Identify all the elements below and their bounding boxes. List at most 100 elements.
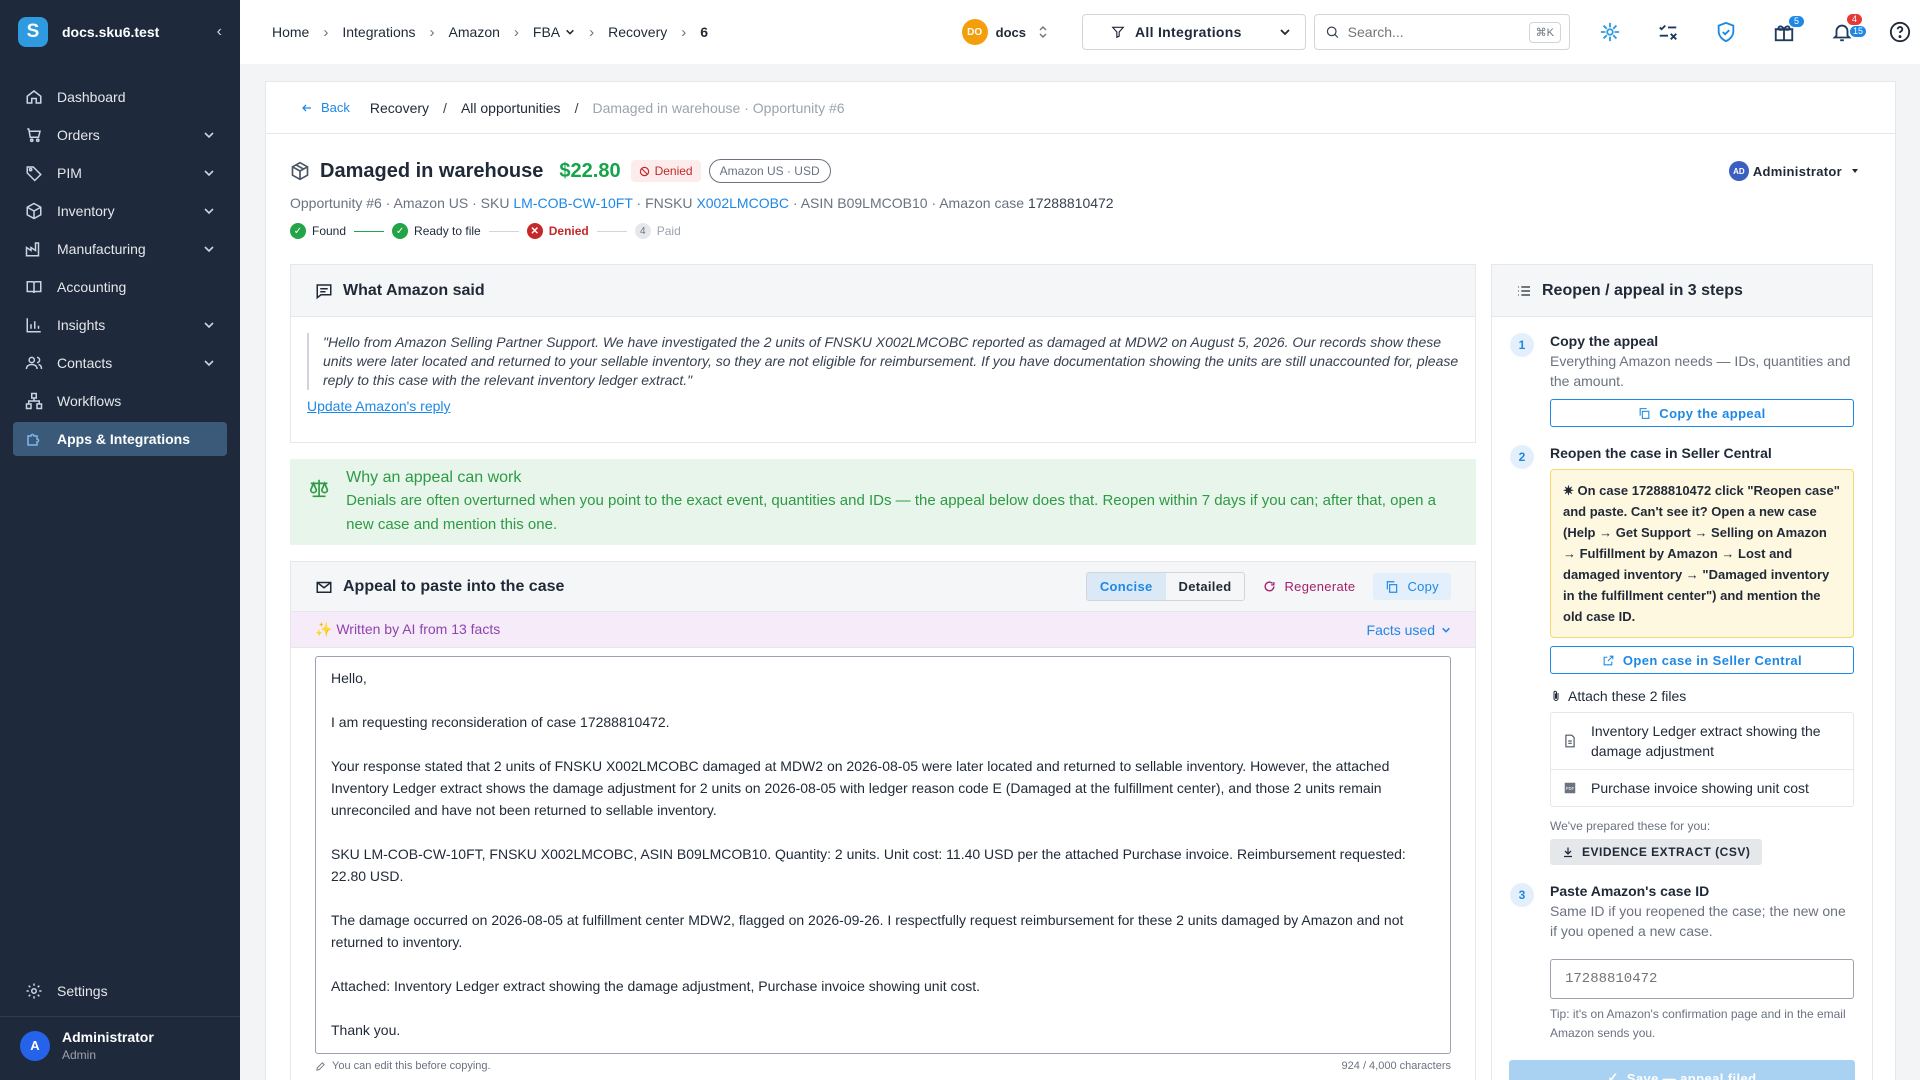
toggle-concise[interactable]: Concise [1086,573,1166,600]
status-badge: Denied [630,160,701,182]
facts-used-toggle[interactable]: Facts used [1367,622,1451,638]
step-title: Reopen the case in Seller Central [1550,445,1772,461]
step-title: Paste Amazon's case ID [1550,883,1710,899]
sidebar-item-settings[interactable]: Settings [13,974,227,1008]
crumb-separator: / [443,99,447,116]
gift-badge: 5 [1789,16,1804,27]
breadcrumb-home[interactable]: Home [272,24,309,40]
filter-icon [1111,26,1125,39]
character-count: 924 / 4,000 characters [1341,1060,1451,1072]
download-icon [1564,847,1572,858]
breadcrumb-amazon[interactable]: Amazon [449,24,500,40]
case-id-input[interactable] [1550,959,1854,999]
appeal-paragraph: Thank you. [331,1022,401,1038]
sidebar-item-workflows[interactable]: Workflows [13,384,227,418]
copy-button[interactable]: Copy [1373,573,1451,600]
whats-new-button[interactable]: 5 [1764,12,1804,52]
crumb-all-opportunities[interactable]: All opportunities [461,100,561,116]
assignee-select[interactable]: AD Administrator [1728,161,1860,181]
page-breadcrumb: Back Recovery / All opportunities / Dama… [266,82,1895,134]
help-button[interactable] [1880,12,1920,52]
regenerate-label: Regenerate [1284,579,1356,594]
update-reply-link[interactable]: Update Amazon's reply [307,398,451,414]
ai-assistant-button[interactable] [1590,12,1630,52]
appeal-paragraph: The damage occurred on 2026-08-05 at ful… [331,912,1404,950]
integration-filter[interactable]: All Integrations [1082,14,1306,50]
list-icon [1518,285,1530,296]
security-button[interactable] [1706,12,1746,52]
ban-icon [639,166,649,176]
breadcrumb-recovery[interactable]: Recovery [608,24,667,40]
sidebar-item-inventory[interactable]: Inventory [13,194,227,228]
step-connector [596,230,627,232]
sidebar-item-insights[interactable]: Insights [13,308,227,342]
crumb-recovery[interactable]: Recovery [370,100,429,116]
breadcrumb-integrations[interactable]: Integrations [342,24,415,40]
open-seller-central-button[interactable]: Open case in Seller Central [1550,646,1854,674]
save-appeal-label: Save — appeal filed [1626,1070,1757,1080]
step-description: Same ID if you reopened the case; the ne… [1550,903,1846,939]
panel-header: What Amazon said [291,265,1475,317]
step-reopen-case: 2 Reopen the case in Seller Central ✷ On… [1510,445,1854,865]
breadcrumb-fba[interactable]: FBA [533,24,575,40]
appeal-paragraph: Your response stated that 2 units of FNS… [331,758,1390,818]
scale-icon [309,479,329,498]
panel-header: Appeal to paste into the case Concise De… [291,562,1475,612]
chevron-down-icon [204,246,214,253]
meta-asin: ASIN B09LMCOB10 [800,195,928,211]
user-profile[interactable]: A Administrator Admin [0,1016,240,1080]
notifications-button[interactable]: 4 15 [1822,12,1866,52]
case-id-tip: Tip: it's on Amazon's confirmation page … [1550,1007,1846,1040]
breadcrumb-separator: › [323,23,329,41]
attachment-name: Inventory Ledger extract showing the dam… [1591,723,1821,759]
search-input[interactable] [1347,24,1529,40]
sidebar-item-pim[interactable]: PIM [13,156,227,190]
factory-icon [25,242,40,257]
global-search[interactable]: ⌘K [1314,14,1570,50]
sidebar-item-accounting[interactable]: Accounting [13,270,227,304]
workspace-switcher[interactable]: DO docs [952,12,1058,52]
damaged-box-icon [291,161,309,181]
copy-label: Copy [1407,579,1439,594]
back-button[interactable]: Back [301,100,350,115]
collapse-sidebar-icon[interactable]: ‹ [217,23,222,41]
copy-appeal-button[interactable]: Copy the appeal [1550,399,1854,427]
sidebar-item-orders[interactable]: Orders [13,118,227,152]
puzzle-icon [27,433,40,446]
sidebar-bottom: Settings A Administrator Admin [0,974,240,1080]
download-evidence-button[interactable]: EVIDENCE EXTRACT (CSV) [1550,839,1763,865]
toggle-detailed[interactable]: Detailed [1166,573,1245,600]
chevron-updown-icon [1039,26,1047,38]
sidebar-item-contacts[interactable]: Contacts [13,346,227,380]
check-icon: ✓ [392,223,409,239]
gear-icon [26,983,42,999]
breadcrumb-separator: › [589,23,595,41]
cart-icon [27,128,41,143]
editor-footer: You can edit this before copying. 924 / … [315,1060,1451,1072]
reopen-instructions-text: On case 17288810472 click "Reopen case" … [1563,483,1840,624]
regenerate-button[interactable]: Regenerate [1263,579,1355,594]
appeal-paragraph: SKU LM-COB-CW-10FT, FNSKU X002LMCOBC, AS… [331,846,1406,884]
step-title: Copy the appeal [1550,333,1659,349]
appeal-textarea[interactable]: Hello, I am requesting reconsideration o… [315,656,1451,1054]
notification-badge-alert: 4 [1847,14,1862,25]
ai-note: ✨ Written by AI from 13 facts [315,621,501,637]
sidebar-item-manufacturing[interactable]: Manufacturing [13,232,227,266]
tasks-button[interactable] [1648,12,1688,52]
status-stepper: ✓ Found ✓ Ready to file ✕ Denied 4 Paid [290,223,1870,239]
paperclip-icon [1553,690,1559,701]
appeal-tip-banner: Why an appeal can work Denials are often… [290,459,1476,545]
panel-title: Appeal to paste into the case [343,577,565,595]
panel-title: What Amazon said [343,281,485,299]
save-appeal-button[interactable]: ✓ Save — appeal filed [1509,1060,1855,1080]
attachments-heading: Attach these 2 files [1550,688,1854,704]
assignee-avatar: AD [1728,161,1749,181]
spreadsheet-file-icon [1565,734,1575,748]
caret-down-icon [1852,169,1858,173]
sku-link[interactable]: LM-COB-CW-10FT [513,195,632,211]
fnsku-link[interactable]: X002LMCOBC [696,195,789,211]
meta-sku-label: SKU [480,195,510,211]
sidebar-item-dashboard[interactable]: Dashboard [13,80,227,114]
edit-hint: You can edit this before copying. [315,1060,491,1072]
sidebar-item-apps-integrations[interactable]: Apps & Integrations [13,422,227,456]
